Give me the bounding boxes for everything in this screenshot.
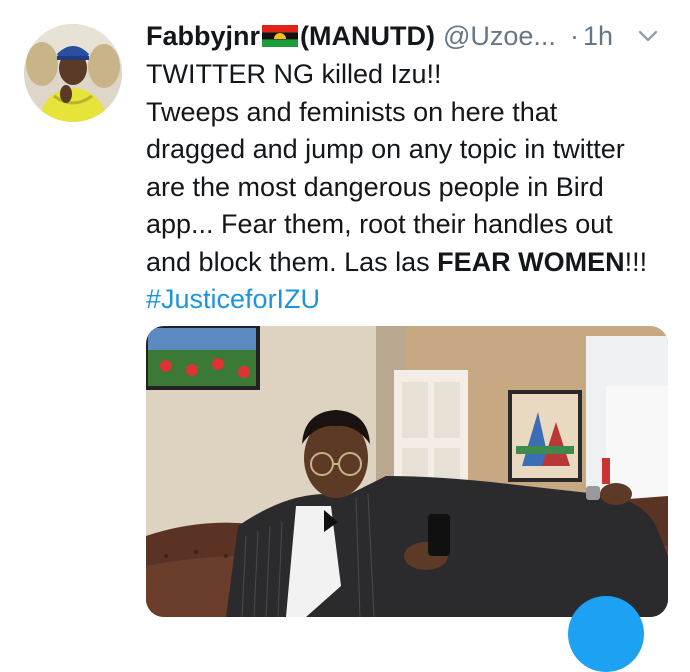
tweet-text-line: app... Fear them, root their handles out (146, 209, 613, 239)
biafra-flag-icon (262, 25, 299, 47)
hashtag-link[interactable]: #JusticeforIZU (146, 281, 676, 319)
timestamp[interactable]: 1h (583, 21, 613, 52)
tweet-text-line: dragged and jump on any topic in twitter (146, 134, 625, 164)
user-handle[interactable]: @Uzoe... (443, 21, 556, 52)
tweet-text-segment: and block them. Las las (146, 246, 438, 277)
compose-fab-icon[interactable] (568, 596, 644, 672)
tweet-header: Fabbyjnr (MANUTD) @Uzoe... · 1h (146, 16, 672, 56)
tweet-text-line: are the most dangerous people in Bird (146, 171, 604, 202)
tweet-text-line: Tweeps and feminists on here that (146, 96, 558, 127)
chevron-down-icon[interactable] (636, 24, 660, 48)
tweet-media-photo[interactable] (146, 326, 668, 617)
tweet-card[interactable]: Fabbyjnr (MANUTD) @Uzoe... · 1h TWITTER … (0, 0, 690, 672)
display-name[interactable]: Fabbyjnr (146, 21, 260, 52)
tweet-text-line-last: and block them. Las las FEAR WOMEN!!! (146, 244, 676, 282)
photo-image (146, 326, 668, 617)
tweet-text: TWITTER NG killed Izu!! Tweeps and femin… (146, 56, 676, 319)
avatar[interactable] (24, 24, 122, 122)
tweet-text-line: TWITTER NG killed Izu!! (146, 59, 442, 89)
display-name-suffix[interactable]: (MANUTD) (300, 21, 435, 52)
separator-dot: · (569, 20, 579, 51)
user-avatar-photo (24, 24, 122, 122)
tweet-text-bold: FEAR WOMEN (437, 246, 625, 277)
tweet-text-segment: !!! (624, 246, 648, 277)
